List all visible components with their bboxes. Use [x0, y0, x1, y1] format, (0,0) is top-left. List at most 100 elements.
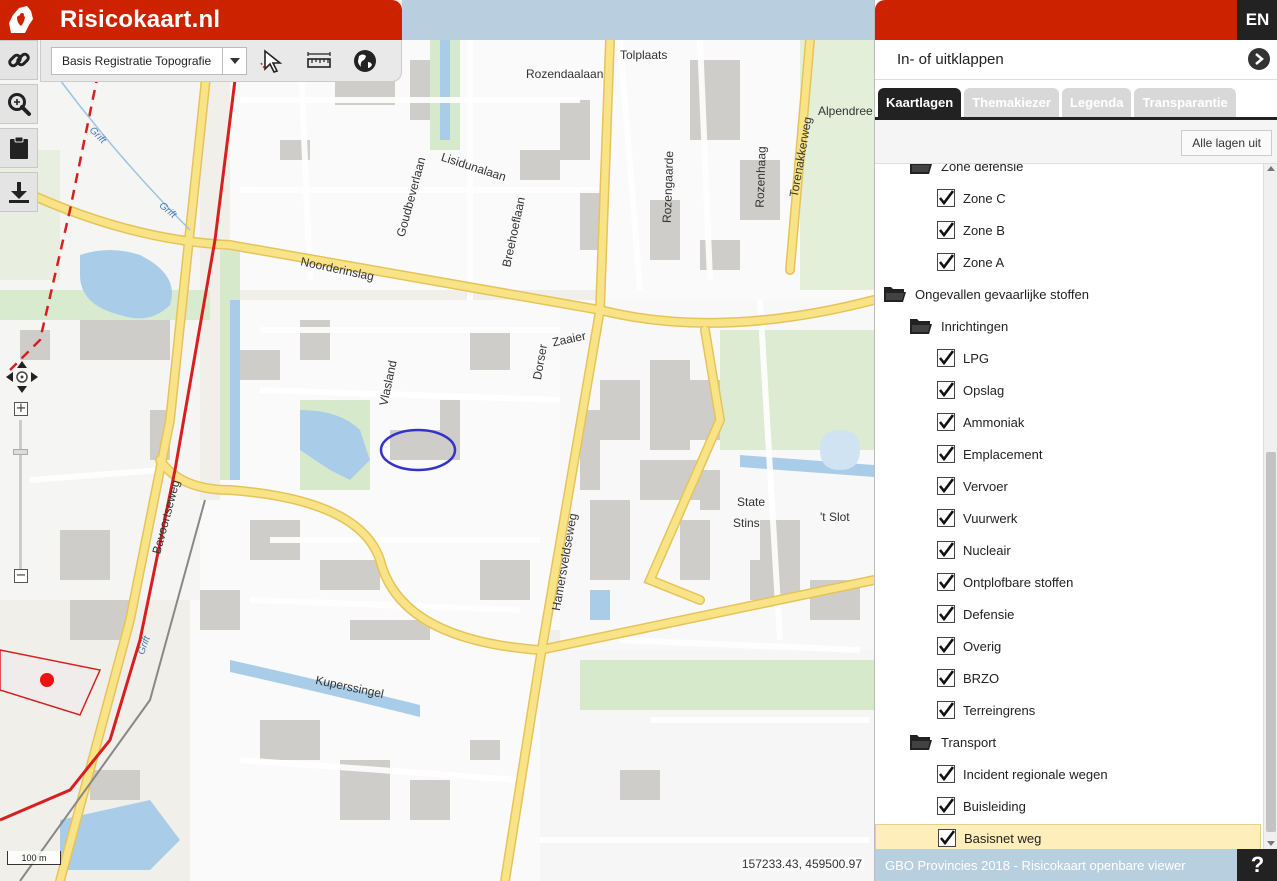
scrollbar-thumb[interactable] — [1266, 452, 1276, 832]
layer-item-opslag[interactable]: Opslag — [937, 376, 1004, 404]
all-layers-off-button[interactable]: Alle lagen uit — [1181, 130, 1272, 156]
scroll-up-icon[interactable] — [1267, 166, 1275, 171]
layer-checkbox[interactable] — [937, 541, 955, 559]
layer-checkbox[interactable] — [938, 829, 956, 847]
panel-tabs: Kaartlagen Themakiezer Legenda Transpara… — [875, 88, 1277, 120]
brand-header: Risicokaart.nl — [0, 0, 402, 40]
scroll-down-icon[interactable] — [1267, 841, 1275, 846]
checkmark-icon — [939, 830, 955, 846]
layer-item-ontplofbare-stoffen[interactable]: Ontplofbare stoffen — [937, 568, 1073, 596]
layer-label: Ontplofbare stoffen — [963, 574, 1074, 590]
help-button[interactable]: ? — [1237, 849, 1277, 881]
layer-checkbox[interactable] — [937, 701, 955, 719]
layer-item-overig[interactable]: Overig — [937, 632, 1001, 660]
layer-label: Defensie — [963, 606, 1015, 622]
layer-checkbox[interactable] — [937, 765, 955, 783]
tab-themakiezer[interactable]: Themakiezer — [964, 88, 1059, 117]
layer-label: Terreingrens — [963, 702, 1036, 718]
folder-open-icon[interactable] — [883, 285, 907, 303]
map-label-rozenhaag: Rozenhaag — [752, 146, 769, 208]
layer-item-brzo[interactable]: BRZO — [937, 664, 999, 692]
pan-control[interactable] — [5, 360, 39, 394]
layer-item-lpg[interactable]: LPG — [937, 344, 989, 372]
layer-group-transport[interactable]: Transport — [909, 728, 996, 756]
layer-checkbox[interactable] — [937, 573, 955, 591]
layer-item-terreingrens[interactable]: Terreingrens — [937, 696, 1035, 724]
map-toolbar: Basis Registratie Topografie — [40, 40, 402, 82]
checkmark-icon — [938, 574, 954, 590]
layer-item-nucleair[interactable]: Nucleair — [937, 536, 1011, 564]
basemap-select[interactable]: Basis Registratie Topografie — [51, 46, 247, 75]
collapse-label: In- of uitklappen — [897, 51, 1004, 68]
zoom-out-button[interactable]: − — [14, 569, 28, 583]
checkmark-icon — [938, 542, 954, 558]
layer-checkbox[interactable] — [937, 445, 955, 463]
layer-item-zone-a[interactable]: Zone A — [937, 248, 1004, 276]
folder-open-icon[interactable] — [909, 733, 933, 751]
layer-label: Nucleair — [963, 542, 1011, 558]
tab-legenda[interactable]: Legenda — [1061, 88, 1132, 117]
measure-ruler-icon[interactable] — [299, 41, 339, 81]
layer-checkbox[interactable] — [937, 669, 955, 687]
layer-item-vervoer[interactable]: Vervoer — [937, 472, 1008, 500]
link-icon[interactable] — [0, 40, 38, 80]
checkmark-icon — [938, 254, 954, 270]
map-view[interactable]: Tolplaats Rozendaalaan Alpendree Lisidun… — [0, 0, 874, 881]
checkmark-icon — [938, 798, 954, 814]
collapse-toggle[interactable]: In- of uitklappen — [875, 40, 1277, 80]
layer-item-basisnet-weg[interactable]: Basisnet weg — [875, 824, 1261, 849]
checkmark-icon — [938, 190, 954, 206]
layer-group-zone-defensie[interactable]: Zone defensie — [909, 164, 1023, 180]
chevron-down-icon[interactable] — [222, 47, 246, 74]
layer-item-zone-b[interactable]: Zone B — [937, 216, 1005, 244]
layer-label: Basisnet weg — [964, 830, 1042, 846]
checkmark-icon — [938, 414, 954, 430]
tab-transparantie[interactable]: Transparantie — [1134, 88, 1236, 117]
zoom-slider-thumb[interactable] — [13, 449, 28, 455]
layer-item-ammoniak[interactable]: Ammoniak — [937, 408, 1024, 436]
layer-group-ongevallen-gevaarlijke-stoffen[interactable]: Ongevallen gevaarlijke stoffen — [883, 280, 1089, 308]
chevron-right-icon[interactable] — [1248, 48, 1270, 70]
layer-checkbox[interactable] — [937, 349, 955, 367]
layer-item-defensie[interactable]: Defensie — [937, 600, 1014, 628]
layer-label: LPG — [963, 350, 990, 366]
folder-open-icon[interactable] — [909, 317, 933, 335]
app-title[interactable]: Risicokaart.nl — [60, 6, 220, 34]
clipboard-icon[interactable] — [0, 128, 38, 168]
layer-tools-bar: Alle lagen uit — [875, 120, 1277, 164]
select-cursor-icon[interactable] — [253, 41, 293, 81]
side-toolbar — [0, 40, 38, 216]
layer-item-zone-c[interactable]: Zone C — [937, 184, 1006, 212]
layer-checkbox[interactable] — [937, 253, 955, 271]
folder-open-icon[interactable] — [909, 164, 933, 175]
layer-tree-scrollbar[interactable] — [1263, 164, 1277, 849]
layer-item-emplacement[interactable]: Emplacement — [937, 440, 1042, 468]
header-gap — [402, 0, 874, 40]
layer-item-vuurwerk[interactable]: Vuurwerk — [937, 504, 1017, 532]
checkmark-icon — [938, 638, 954, 654]
layer-checkbox[interactable] — [937, 221, 955, 239]
map-label-tolplaats: Tolplaats — [620, 48, 668, 62]
layer-checkbox[interactable] — [937, 189, 955, 207]
download-icon[interactable] — [0, 172, 38, 212]
layer-item-buisleiding[interactable]: Buisleiding — [937, 792, 1026, 820]
checkmark-icon — [938, 446, 954, 462]
layer-checkbox[interactable] — [937, 413, 955, 431]
coordinate-readout: 157233.43, 459500.97 — [739, 857, 864, 871]
language-button[interactable]: EN — [1237, 0, 1277, 40]
layer-checkbox[interactable] — [937, 381, 955, 399]
layer-checkbox[interactable] — [937, 509, 955, 527]
globe-icon[interactable] — [345, 41, 385, 81]
search-zoom-icon[interactable] — [0, 84, 38, 124]
netherlands-logo-icon[interactable] — [0, 0, 40, 40]
zoom-slider-track[interactable] — [19, 420, 22, 570]
layer-checkbox[interactable] — [937, 637, 955, 655]
tab-kaartlagen[interactable]: Kaartlagen — [878, 88, 962, 117]
layer-group-inrichtingen[interactable]: Inrichtingen — [909, 312, 1008, 340]
layer-checkbox[interactable] — [937, 605, 955, 623]
layer-checkbox[interactable] — [937, 797, 955, 815]
layer-checkbox[interactable] — [937, 477, 955, 495]
layer-item-incident-regionale-wegen[interactable]: Incident regionale wegen — [937, 760, 1108, 788]
zoom-in-button[interactable]: + — [14, 402, 28, 416]
layer-label: Zone C — [963, 190, 1006, 206]
